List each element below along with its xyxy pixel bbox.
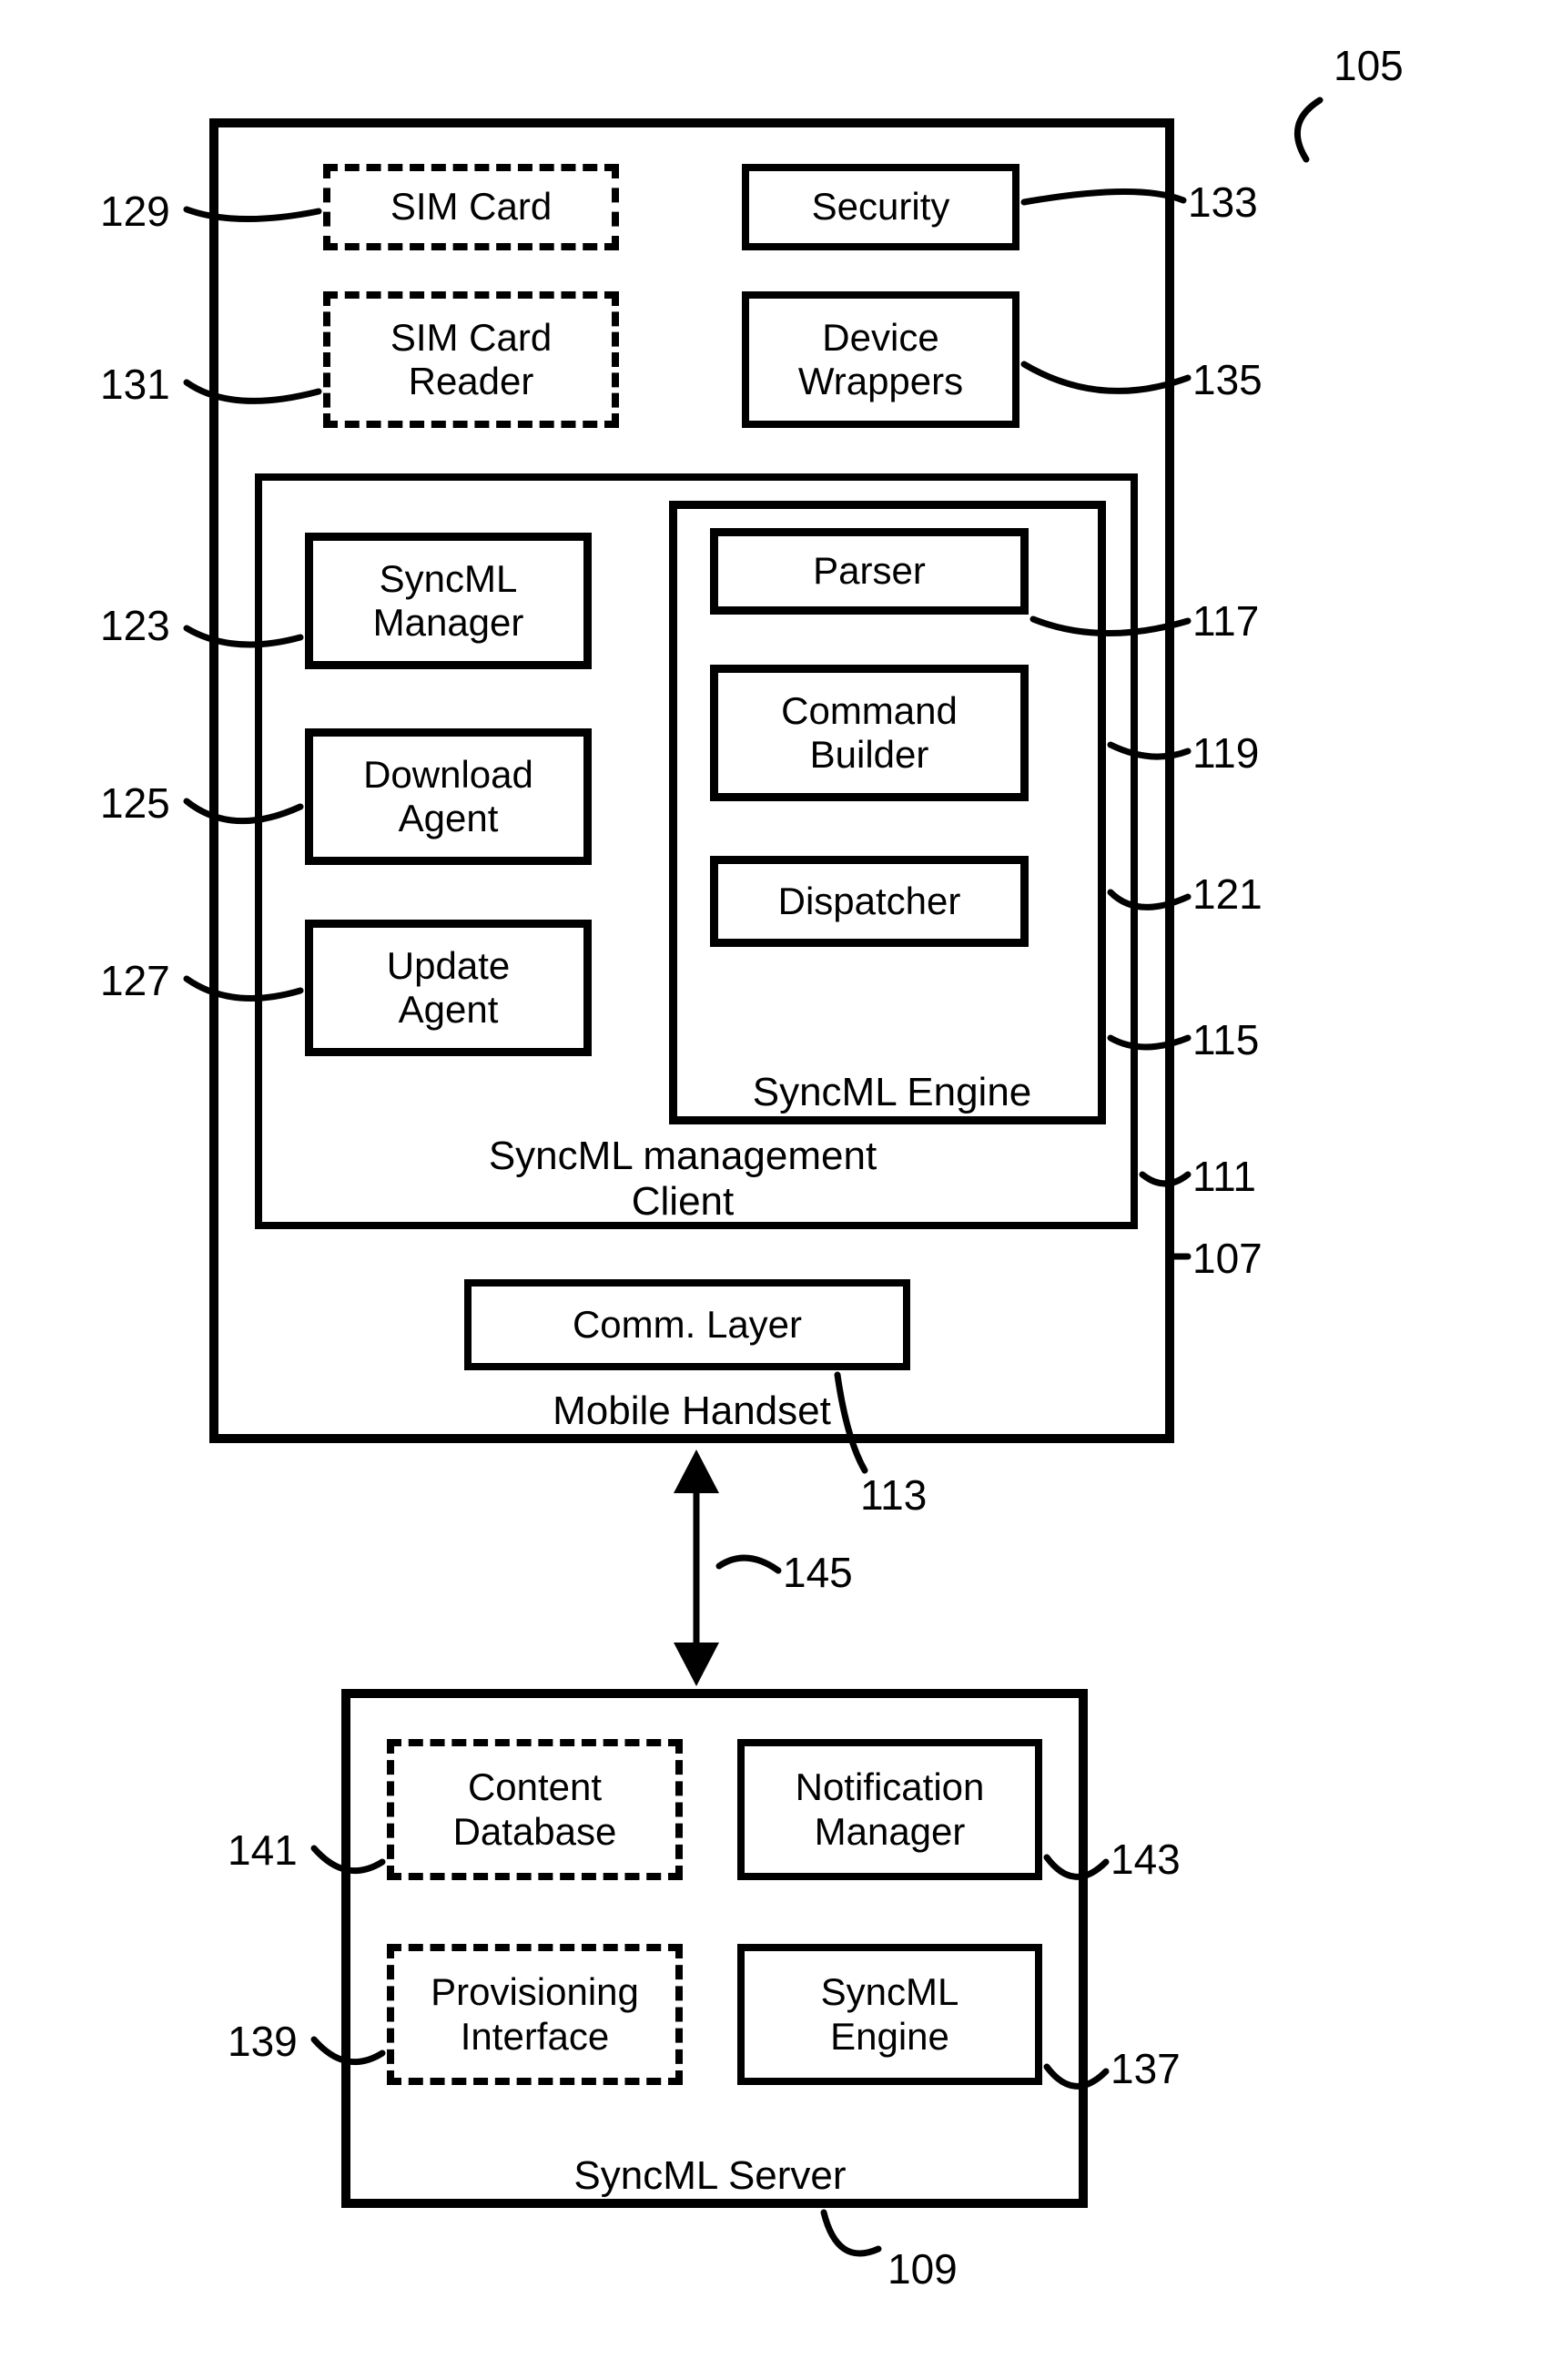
ref-121: 121 [1192, 870, 1263, 919]
sim-card-box: SIM Card [323, 164, 619, 250]
ref-115: 115 [1192, 1015, 1259, 1064]
content-database-box: Content Database [387, 1739, 683, 1880]
ref-119: 119 [1192, 728, 1259, 778]
comm-layer-box: Comm. Layer [464, 1279, 910, 1370]
ref-111: 111 [1192, 1152, 1256, 1201]
syncml-server-engine-box: SyncML Engine [737, 1944, 1042, 2085]
provisioning-interface-box: Provisioning Interface [387, 1944, 683, 2085]
ref-145: 145 [783, 1548, 853, 1597]
syncml-engine-title: SyncML Engine [728, 1070, 1056, 1115]
update-agent-box: Update Agent [305, 920, 592, 1056]
mobile-handset-title: Mobile Handset [510, 1388, 874, 1434]
syncml-manager-box: SyncML Manager [305, 533, 592, 669]
ref-143: 143 [1111, 1835, 1181, 1884]
parser-box: Parser [710, 528, 1029, 615]
ref-129: 129 [100, 187, 170, 236]
sim-card-reader-box: SIM Card Reader [323, 291, 619, 428]
ref-141: 141 [228, 1826, 298, 1875]
ref-131: 131 [100, 360, 170, 409]
ref-105: 105 [1334, 41, 1404, 90]
ref-137: 137 [1111, 2044, 1181, 2093]
command-builder-box: Command Builder [710, 665, 1029, 801]
syncml-client-title: SyncML management Client [428, 1134, 938, 1225]
syncml-server-title: SyncML Server [528, 2153, 892, 2199]
notification-manager-box: Notification Manager [737, 1739, 1042, 1880]
ref-117: 117 [1192, 596, 1259, 646]
ref-139: 139 [228, 2017, 298, 2066]
ref-123: 123 [100, 601, 170, 650]
ref-113: 113 [860, 1470, 927, 1520]
ref-133: 133 [1188, 178, 1258, 227]
dispatcher-box: Dispatcher [710, 856, 1029, 947]
ref-127: 127 [100, 956, 170, 1005]
ref-107: 107 [1192, 1234, 1263, 1283]
ref-125: 125 [100, 778, 170, 828]
ref-109: 109 [888, 2244, 958, 2294]
download-agent-box: Download Agent [305, 728, 592, 865]
security-box: Security [742, 164, 1019, 250]
device-wrappers-box: Device Wrappers [742, 291, 1019, 428]
ref-135: 135 [1192, 355, 1263, 404]
